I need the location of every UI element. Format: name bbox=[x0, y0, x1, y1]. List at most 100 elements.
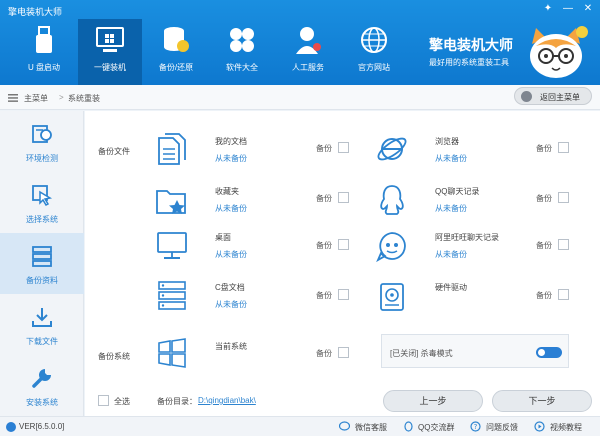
prev-step-button[interactable]: 上一步 bbox=[383, 390, 483, 412]
breadcrumb: 主菜单 > 系统重装 bbox=[0, 85, 600, 110]
sidebar-item-select-system[interactable]: 选择系统 bbox=[0, 172, 84, 233]
breadcrumb-current: 系统重装 bbox=[68, 94, 100, 103]
item-status: 从未备份 bbox=[215, 154, 247, 163]
item-status: 从未备份 bbox=[215, 300, 247, 309]
globe-icon bbox=[361, 27, 387, 53]
backup-label: 备份 bbox=[316, 349, 332, 358]
nav-software[interactable]: 软件大全 bbox=[210, 19, 274, 85]
backup-dir-label: 备份目录： bbox=[157, 397, 197, 406]
item-name: 桌面 bbox=[215, 233, 231, 242]
monitor-icon bbox=[96, 27, 124, 52]
back-button-label: 返回主菜单 bbox=[540, 93, 580, 102]
back-to-main-button[interactable]: 返回主菜单 bbox=[514, 87, 592, 105]
backup-checkbox-favorites[interactable] bbox=[338, 192, 349, 203]
item-status: 从未备份 bbox=[215, 204, 247, 213]
sidebar: 环境检测 选择系统 备份资料 下载文件 安装系统 bbox=[0, 111, 84, 416]
nav-label: 官方网站 bbox=[358, 63, 390, 72]
select-all-checkbox[interactable] bbox=[98, 395, 109, 406]
cursor-icon bbox=[32, 185, 53, 206]
close-icon[interactable]: ✕ bbox=[580, 2, 596, 16]
skin-icon[interactable]: ✦ bbox=[540, 2, 556, 16]
c-drive-icon bbox=[158, 281, 186, 310]
sidebar-label: 下载文件 bbox=[26, 337, 58, 346]
backup-icon bbox=[32, 246, 52, 267]
video-tutorial-link[interactable]: 视频教程 bbox=[550, 422, 582, 433]
wechat-support-link[interactable]: 微信客服 bbox=[355, 422, 387, 433]
backup-label: 备份 bbox=[536, 291, 552, 300]
wrench-icon bbox=[32, 369, 51, 388]
backup-label: 备份 bbox=[316, 144, 332, 153]
item-name: 硬件驱动 bbox=[435, 283, 467, 292]
qq-group-link[interactable]: QQ交流群 bbox=[418, 422, 454, 433]
backup-checkbox-qq[interactable] bbox=[558, 192, 569, 203]
sidebar-label: 环境检测 bbox=[26, 154, 58, 163]
database-icon bbox=[164, 27, 189, 52]
backup-checkbox-system[interactable] bbox=[338, 347, 349, 358]
next-step-button[interactable]: 下一步 bbox=[492, 390, 592, 412]
sidebar-label: 安装系统 bbox=[26, 398, 58, 407]
backup-label: 备份 bbox=[536, 241, 552, 250]
breadcrumb-home[interactable]: 主菜单 bbox=[24, 93, 48, 104]
minimize-icon[interactable]: — bbox=[560, 2, 576, 16]
sidebar-item-backup-data[interactable]: 备份资料 bbox=[0, 233, 84, 294]
backup-checkbox-browser[interactable] bbox=[558, 142, 569, 153]
nav-label: 软件大全 bbox=[226, 63, 258, 72]
backup-label: 备份 bbox=[536, 144, 552, 153]
item-status: 从未备份 bbox=[435, 154, 467, 163]
nav-usb-boot[interactable]: U 盘启动 bbox=[12, 19, 76, 85]
back-arrow-icon bbox=[521, 91, 532, 102]
sidebar-item-download[interactable]: 下载文件 bbox=[0, 294, 84, 355]
desktop-icon bbox=[157, 232, 187, 259]
antivirus-toggle[interactable] bbox=[536, 347, 562, 358]
backup-checkbox-c-drive[interactable] bbox=[338, 289, 349, 300]
backup-checkbox-documents[interactable] bbox=[338, 142, 349, 153]
feedback-icon: ? bbox=[470, 421, 481, 432]
sidebar-item-env-check[interactable]: 环境检测 bbox=[0, 111, 84, 172]
nav-label: 一键装机 bbox=[94, 63, 126, 72]
nav-support[interactable]: 人工服务 bbox=[276, 19, 340, 85]
item-status: 从未备份 bbox=[215, 250, 247, 259]
nav-website[interactable]: 官方网站 bbox=[342, 19, 406, 85]
backup-label: 备份 bbox=[536, 194, 552, 203]
menu-icon bbox=[8, 94, 18, 102]
qq-icon bbox=[380, 185, 404, 215]
item-name: 当前系统 bbox=[215, 342, 247, 351]
sidebar-item-install[interactable]: 安装系统 bbox=[0, 355, 84, 416]
nav-backup-restore[interactable]: 备份/还原 bbox=[144, 19, 208, 85]
antivirus-mode-box: [已关闭] 杀毒模式 bbox=[381, 334, 569, 368]
app-title: 擎电装机大师 bbox=[8, 7, 63, 17]
select-all-label: 全选 bbox=[114, 397, 130, 406]
favorites-folder-icon bbox=[156, 190, 186, 214]
backup-label: 备份 bbox=[316, 241, 332, 250]
feedback-link[interactable]: 问题反馈 bbox=[486, 422, 518, 433]
status-bar: VER[6.5.0.0] 微信客服 QQ交流群 ? 问题反馈 视频教程 bbox=[0, 416, 600, 436]
backup-checkbox-desktop[interactable] bbox=[338, 239, 349, 250]
backup-system-label: 备份系统 bbox=[98, 352, 130, 361]
version-text: VER[6.5.0.0] bbox=[19, 422, 65, 431]
wechat-icon bbox=[339, 421, 350, 431]
item-status: 从未备份 bbox=[435, 250, 467, 259]
top-banner: 擎电装机大师 ✦ — ✕ U 盘启动 一键装机 备份/还原 软件大全 人工服务 … bbox=[0, 0, 600, 85]
nav-one-click-install[interactable]: 一键装机 bbox=[78, 19, 142, 85]
backup-checkbox-drivers[interactable] bbox=[558, 289, 569, 300]
svg-text:?: ? bbox=[474, 423, 478, 431]
backup-label: 备份 bbox=[316, 194, 332, 203]
qq-group-icon bbox=[404, 421, 413, 432]
item-name: 浏览器 bbox=[435, 137, 459, 146]
breadcrumb-separator: > bbox=[59, 93, 64, 102]
nav-label: 人工服务 bbox=[292, 63, 324, 72]
nav-label: 备份/还原 bbox=[158, 63, 194, 72]
brand-title: 擎电装机大师 bbox=[429, 37, 513, 53]
item-name: QQ聊天记录 bbox=[435, 187, 480, 196]
backup-panel: 备份文件 备份系统 我的文档 从未备份 备份 浏览器 从未备份 备份 收藏夹 从… bbox=[85, 111, 600, 416]
backup-checkbox-wangwang[interactable] bbox=[558, 239, 569, 250]
browser-icon bbox=[377, 137, 407, 161]
item-name: 收藏夹 bbox=[215, 187, 239, 196]
antivirus-mode-label: [已关闭] 杀毒模式 bbox=[390, 349, 453, 358]
item-status: 从未备份 bbox=[435, 204, 467, 213]
wangwang-icon bbox=[376, 232, 406, 263]
sidebar-label: 备份资料 bbox=[26, 276, 58, 285]
backup-dir-link[interactable]: D:\qingdian\bak\ bbox=[198, 396, 256, 405]
cat-mascot-icon bbox=[530, 26, 588, 78]
video-icon bbox=[534, 421, 545, 432]
